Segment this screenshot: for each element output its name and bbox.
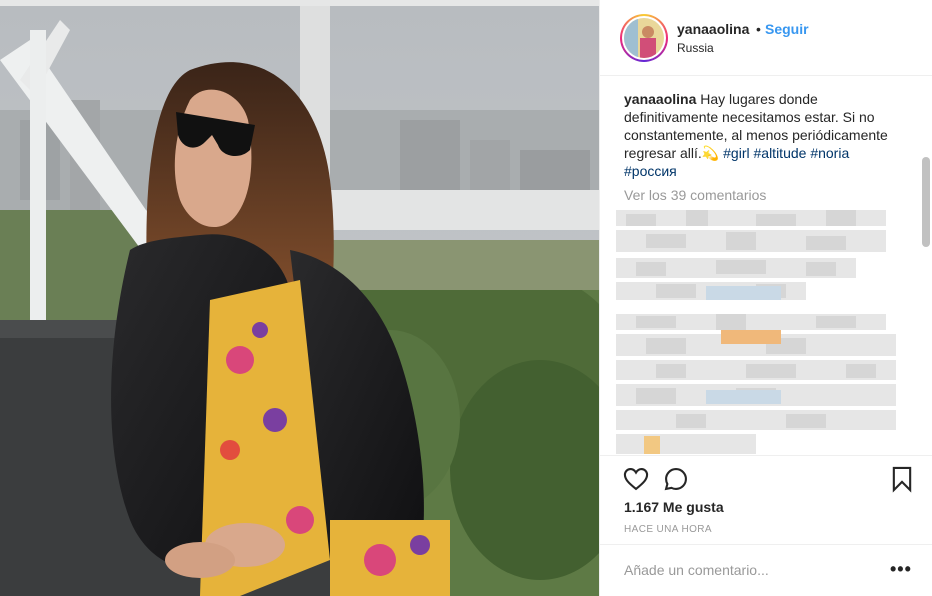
hashtag-noria[interactable]: #noria [810, 145, 849, 161]
follow-button[interactable]: Seguir [765, 21, 809, 37]
add-comment-bar: ••• [600, 544, 932, 596]
comment-input[interactable] [624, 562, 864, 578]
action-bar [600, 455, 932, 505]
comments-scrollbar[interactable] [922, 157, 930, 247]
hashtag-girl[interactable]: #girl [723, 145, 749, 161]
heart-icon[interactable] [622, 465, 650, 493]
pixelated-comments [616, 210, 896, 454]
separator-dot: • [756, 21, 761, 37]
more-options-icon[interactable]: ••• [890, 559, 912, 580]
post-timestamp[interactable]: HACE UNA HORA [624, 524, 712, 535]
caption-username[interactable]: yanaaolina [624, 91, 696, 107]
avatar-image [624, 18, 664, 58]
likes-count[interactable]: 1.167 Me gusta [624, 499, 724, 515]
bookmark-icon[interactable] [888, 465, 916, 493]
avatar[interactable] [620, 14, 668, 62]
location-link[interactable]: Russia [677, 41, 714, 55]
hashtag-altitude[interactable]: #altitude [754, 145, 807, 161]
post-photo[interactable] [0, 0, 599, 596]
comment-bubble-icon[interactable] [662, 465, 690, 493]
comments-section[interactable]: yanaaolina Hay lugares donde definitivam… [600, 77, 932, 454]
post-caption: yanaaolina Hay lugares donde definitivam… [624, 90, 899, 180]
post-header: yanaaolina • Seguir Russia [600, 0, 932, 76]
hashtag-russia[interactable]: #россия [624, 163, 677, 179]
username-link[interactable]: yanaaolina [677, 21, 749, 37]
view-all-comments-link[interactable]: Ver los 39 comentarios [624, 187, 766, 203]
post-detail-panel: yanaaolina • Seguir Russia yanaaolina Ha… [599, 0, 932, 596]
photo-scene [0, 0, 599, 596]
